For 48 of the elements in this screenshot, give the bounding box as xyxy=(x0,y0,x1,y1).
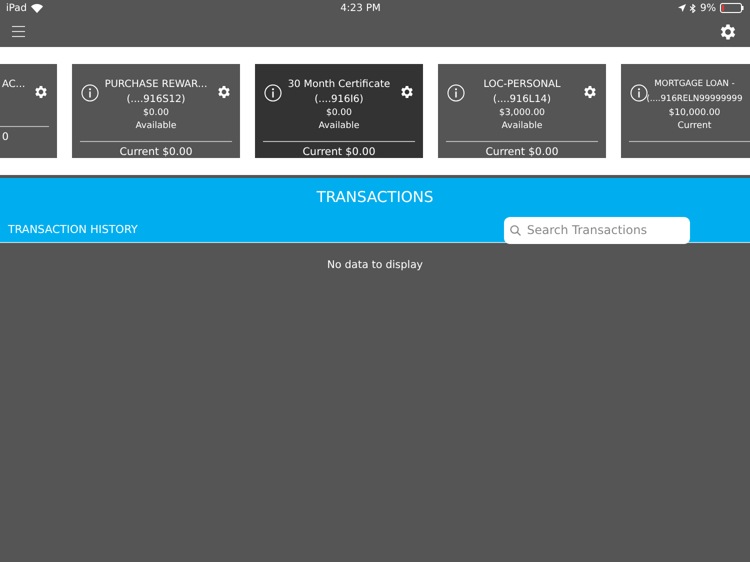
info-icon[interactable] xyxy=(264,84,282,102)
account-number: (....916I6) xyxy=(314,93,364,107)
account-title: 30 Month Certificate xyxy=(286,78,392,92)
account-title: AC... xyxy=(2,78,26,92)
section-subtitle: TRANSACTION HISTORY xyxy=(8,222,138,238)
account-card[interactable]: 30 Month Certificate (....916I6) $0.00 Available Current $0.00 xyxy=(255,64,423,158)
amount-label: Available xyxy=(318,120,360,133)
account-amount: $3,000.00 xyxy=(498,107,546,120)
current-balance: Current $0.00 xyxy=(118,145,194,160)
current-balance: 0 xyxy=(2,130,10,145)
location-arrow-icon xyxy=(678,4,686,12)
settings-icon[interactable] xyxy=(718,22,738,42)
account-amount: $10,000.00 xyxy=(668,107,722,120)
amount-label: Available xyxy=(134,120,178,133)
clock-time: 4:23 PM xyxy=(340,2,381,16)
settings-icon[interactable] xyxy=(582,84,598,100)
current-balance: Current $0.00 xyxy=(302,145,376,160)
battery-percent: 9% xyxy=(700,2,716,16)
search-bar[interactable]: Search Transactions xyxy=(504,216,690,244)
account-amount: $0.00 xyxy=(142,107,170,120)
account-amount: $0.00 xyxy=(325,107,353,120)
info-icon[interactable] xyxy=(81,84,99,102)
current-balance: Current $0.00 xyxy=(484,145,560,160)
account-number: (....916RELN99999999 xyxy=(646,93,744,106)
account-card[interactable]: LOC-PERSONAL (....916L14) $3,000.00 Available Current $0.00 xyxy=(438,64,606,158)
bluetooth-icon xyxy=(690,4,696,12)
section-title: TRANSACTIONS xyxy=(316,187,434,208)
account-title: LOC-PERSONAL xyxy=(482,78,562,92)
amount-label: Current xyxy=(676,120,712,133)
battery-icon xyxy=(720,3,744,13)
device-name: iPad xyxy=(6,2,27,16)
search-icon xyxy=(510,224,521,236)
account-number: (....916S12) xyxy=(126,93,186,107)
amount-label: Available xyxy=(500,120,544,133)
wifi-icon xyxy=(30,4,43,12)
info-icon[interactable] xyxy=(447,84,465,102)
menu-icon[interactable] xyxy=(12,26,25,37)
account-title: PURCHASE REWAR... xyxy=(104,78,208,92)
account-number: (....916L14) xyxy=(492,93,552,107)
account-card[interactable]: MORTGAGE LOAN - (....916RELN99999999 $10,000.00 Current xyxy=(621,64,750,158)
account-card[interactable]: PURCHASE REWAR... (....916S12) $0.00 Available Current $0.00 xyxy=(72,64,240,158)
settings-icon[interactable] xyxy=(399,84,415,100)
account-card[interactable]: AC... 0 xyxy=(0,64,57,158)
account-title: MORTGAGE LOAN - xyxy=(653,78,736,91)
settings-icon[interactable] xyxy=(33,84,49,100)
empty-message: No data to display xyxy=(327,259,423,271)
info-icon[interactable] xyxy=(630,84,648,102)
settings-icon[interactable] xyxy=(216,84,232,100)
